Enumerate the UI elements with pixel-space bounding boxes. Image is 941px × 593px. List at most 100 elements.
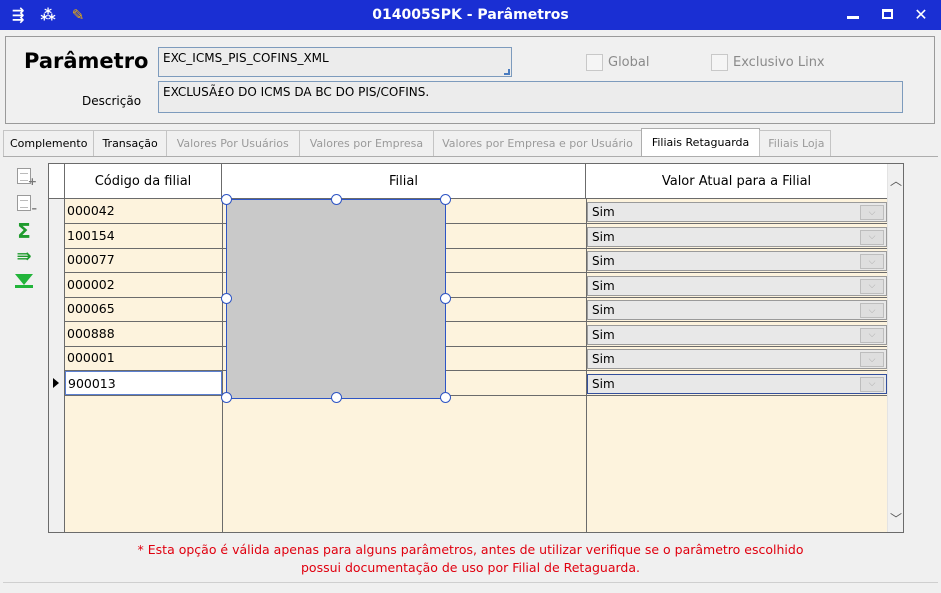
header-codigo-filial[interactable]: Código da filial <box>65 164 222 199</box>
description-value: EXCLUSÃ£O DO ICMS DA BC DO PIS/COFINS. <box>163 85 430 99</box>
resize-handle[interactable] <box>440 194 451 205</box>
cell-code[interactable]: 900013 <box>65 370 222 395</box>
remove-document-icon: – <box>17 195 37 215</box>
remove-row-button[interactable]: – <box>12 191 37 215</box>
chevron-down-icon[interactable]: ⌵ <box>860 229 884 245</box>
chevron-down-icon[interactable]: ⌵ <box>860 254 884 269</box>
table-row[interactable]: 000002LOJA FILIAL SPSim⌵ <box>65 273 887 298</box>
parameter-field[interactable]: EXC_ICMS_PIS_COFINS_XML <box>158 47 512 77</box>
value-dropdown-text: Sim <box>592 327 615 342</box>
tab-transacao[interactable]: Transação <box>93 130 167 157</box>
cell-value: Sim ⌵ <box>586 224 887 248</box>
tab-complemento[interactable]: Complemento <box>3 130 95 157</box>
resize-handle[interactable] <box>221 194 232 205</box>
value-dropdown[interactable]: Sim ⌵ <box>587 300 887 320</box>
global-checkbox-label: Global <box>608 55 650 70</box>
tab-valores-por-empresa[interactable]: Valores por Empresa <box>298 130 435 157</box>
chevron-down-icon[interactable]: ⌵ <box>860 376 884 392</box>
header-filial[interactable]: Filial <box>222 164 586 199</box>
branches-grid[interactable]: Código da filial Filial Valor Atual para… <box>48 163 904 533</box>
parameter-value: EXC_ICMS_PIS_COFINS_XML <box>163 51 329 65</box>
table-row[interactable]: 000077LOJA FILIAL B2CSim⌵ <box>65 248 887 273</box>
tab-filiais-retaguarda[interactable]: Filiais Retaguarda <box>640 128 761 157</box>
cell-value: Sim ⌵ <box>586 346 887 370</box>
grid-toolbar: + – Σ ⇛ <box>12 164 40 294</box>
resize-handle[interactable] <box>221 392 232 403</box>
header-valor-atual[interactable]: Valor Atual para a Filial <box>586 164 887 199</box>
table-row[interactable]: 000001MATRIZ BLUNTSim⌵ <box>65 346 887 371</box>
tab-valores-por-usuarios[interactable]: Valores Por Usuários <box>165 130 300 157</box>
close-button[interactable]: ✕ <box>909 3 933 25</box>
cell-code[interactable]: 000077 <box>65 248 222 272</box>
chevron-down-icon[interactable]: ⌵ <box>860 278 884 294</box>
cell-code[interactable]: 000001 <box>65 346 222 370</box>
parameter-label: Parâmetro <box>24 49 149 73</box>
value-dropdown[interactable]: Sim ⌵ <box>587 349 887 369</box>
value-dropdown[interactable]: Sim ⌵ <box>587 373 887 394</box>
cell-code[interactable]: 100154 <box>65 224 222 248</box>
tab-divider <box>3 156 938 157</box>
value-dropdown-text: Sim <box>592 278 615 293</box>
minimize-button[interactable] <box>841 3 865 25</box>
resize-handle[interactable] <box>221 293 232 304</box>
cell-code[interactable]: 000002 <box>65 273 222 297</box>
value-dropdown-text: Sim <box>592 376 615 391</box>
value-dropdown[interactable]: Sim ⌵ <box>587 226 887 247</box>
scroll-down-icon[interactable]: ﹀ <box>890 510 902 526</box>
cell-code[interactable]: 000065 <box>65 297 222 321</box>
tab-valores-empresa-usuario[interactable]: Valores por Empresa e por Usuário <box>433 130 642 157</box>
cell-code[interactable]: 000888 <box>65 322 222 346</box>
table-row[interactable]: 100154LINX PAY PAGAMENTOSSim⌵ <box>65 224 887 249</box>
resize-handle[interactable] <box>331 392 342 403</box>
chevron-down-icon[interactable]: ⌵ <box>860 352 884 367</box>
row-indicator-column <box>49 164 65 532</box>
sum-button[interactable]: Σ <box>12 219 36 243</box>
description-field[interactable]: EXCLUSÃ£O DO ICMS DA BC DO PIS/COFINS. <box>158 81 903 113</box>
value-dropdown[interactable]: Sim ⌵ <box>587 324 887 345</box>
value-dropdown[interactable]: Sim ⌵ <box>587 202 887 222</box>
table-row[interactable]: 000042FILIAL NFE INDUSTRIALSim⌵ <box>65 199 887 224</box>
add-row-button[interactable]: + <box>12 164 37 188</box>
footnote: * Esta opção é válida apenas para alguns… <box>0 541 941 577</box>
resize-handle[interactable] <box>440 293 451 304</box>
chevron-down-icon[interactable]: ⌵ <box>860 303 884 318</box>
export-grid-button[interactable]: ⇛ <box>12 244 36 268</box>
maximize-icon <box>881 9 893 19</box>
sigma-icon: Σ <box>17 219 31 243</box>
cell-code[interactable]: 000042 <box>65 199 222 223</box>
exclusive-linx-checkbox[interactable]: Exclusivo Linx <box>711 54 825 71</box>
footnote-line-2: possui documentação de uso por Filial de… <box>301 560 640 575</box>
title-bar: ⇶ ⁂ ✎ 014005SPK - Parâmetros ✕ <box>0 0 941 30</box>
resize-handle[interactable] <box>331 194 342 205</box>
exclusive-linx-checkbox-box[interactable] <box>711 54 728 71</box>
window-controls: ✕ <box>841 3 933 25</box>
chevron-down-icon[interactable]: ⌵ <box>860 205 884 220</box>
lookup-grip-icon[interactable] <box>504 69 510 75</box>
tab-filiais-loja[interactable]: Filiais Loja <box>759 130 832 157</box>
global-checkbox[interactable]: Global <box>586 54 649 71</box>
maximize-button[interactable] <box>875 3 899 25</box>
parameter-header-panel: Parâmetro EXC_ICMS_PIS_COFINS_XML Global… <box>5 36 935 124</box>
table-row[interactable]: 000065LOJA NFE 2Sim⌵ <box>65 297 887 322</box>
scroll-up-icon[interactable]: ︿ <box>890 172 902 188</box>
value-dropdown[interactable]: Sim ⌵ <box>587 275 887 296</box>
value-dropdown-text: Sim <box>592 254 615 268</box>
vertical-scrollbar[interactable]: ︿ ﹀ <box>887 164 903 532</box>
description-label: Descrição <box>82 94 142 108</box>
chevron-down-icon[interactable]: ⌵ <box>860 327 884 343</box>
global-checkbox-box[interactable] <box>586 54 603 71</box>
tab-bar: Complemento Transação Valores Por Usuári… <box>3 128 832 157</box>
close-icon: ✕ <box>914 4 928 24</box>
table-row[interactable]: 900013PRISMALUX LTDASim⌵ <box>65 370 887 396</box>
cell-value: Sim ⌵ <box>586 199 887 223</box>
table-row[interactable]: 000888MATRIZ B2CSim⌵ <box>65 322 887 347</box>
filter-down-button[interactable] <box>12 269 36 293</box>
value-dropdown-text: Sim <box>592 205 615 219</box>
value-dropdown[interactable]: Sim ⌵ <box>587 251 887 271</box>
add-document-icon: + <box>17 168 37 188</box>
resize-handle[interactable] <box>440 392 451 403</box>
grid-body: Código da filial Filial Valor Atual para… <box>49 164 903 532</box>
value-dropdown-text: Sim <box>592 229 615 244</box>
cell-value: Sim ⌵ <box>586 297 887 321</box>
selected-cell-overlay[interactable] <box>221 194 451 403</box>
